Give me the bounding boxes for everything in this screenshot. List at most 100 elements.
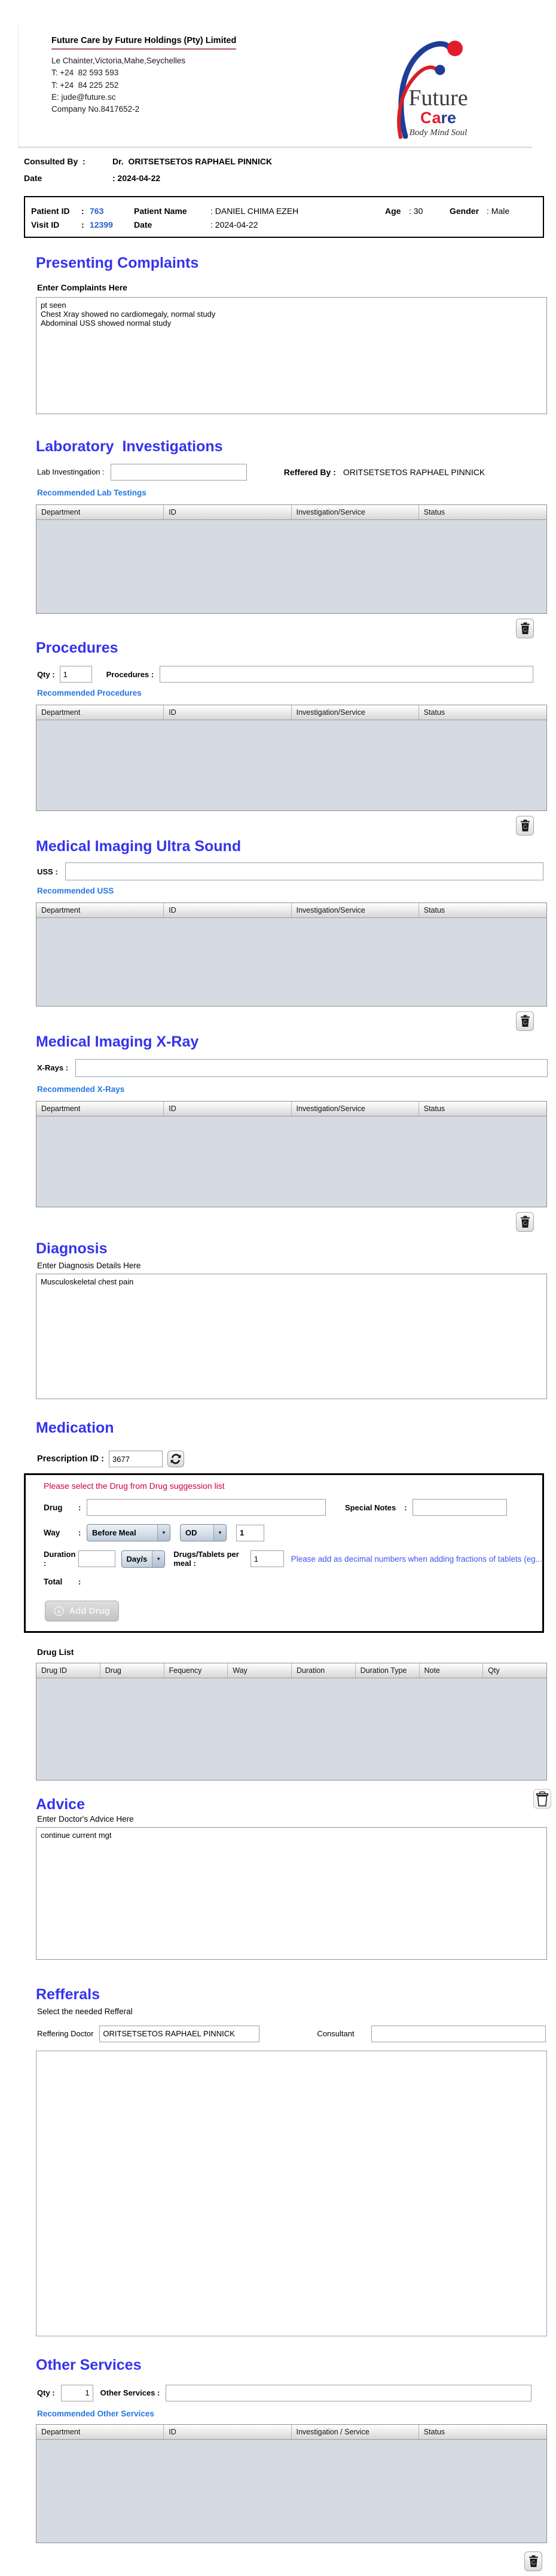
svg-text:Care: Care (420, 109, 456, 127)
uss-trash-row (0, 1011, 547, 1031)
total-row: Total : (44, 1577, 81, 1587)
xray-input[interactable] (75, 1058, 548, 1077)
complaints-textarea[interactable]: pt seen Chest Xray showed no cardiomegal… (36, 296, 547, 414)
visit-id-label: Visit ID (31, 220, 60, 230)
company-number: Company No.8417652-2 (51, 105, 140, 114)
xray-label: X-Rays : (37, 1063, 69, 1073)
other-services-qty-input[interactable] (60, 2384, 93, 2401)
duration-input[interactable] (78, 1550, 115, 1568)
procedures-input[interactable] (160, 666, 534, 683)
gender-value: : Male (487, 206, 510, 216)
chevron-down-icon: ▼ (213, 1525, 226, 1541)
meal-timing-select[interactable]: Before Meal ▼ (87, 1524, 170, 1542)
drug-list-table-body (36, 1678, 546, 1780)
section-heading-medication: Medication (36, 1419, 114, 1436)
svg-text:♥: ♥ (429, 117, 432, 124)
other-services-table-body (36, 2439, 546, 2543)
refferals-sub-label: Select the needed Refferal (37, 2006, 133, 2016)
consultant-input[interactable] (371, 2025, 546, 2042)
drug-input[interactable] (87, 1499, 326, 1516)
refferals-input-row: Reffering Doctor Consultant (37, 2025, 556, 2042)
patient-info-bar: Patient ID : 763 Patient Name : DANIEL C… (24, 196, 544, 238)
trash-outline-icon (536, 1791, 549, 1806)
uss-table-header: Department ID Investigation/Service Stat… (36, 903, 546, 918)
frequency-value: OD (185, 1528, 197, 1538)
uss-label: USS : (37, 867, 58, 876)
column-header-investigation-service: Investigation/Service (292, 504, 419, 519)
trash-icon (520, 819, 530, 832)
consulted-by-value: Dr. ORITSETSETOS RAPHAEL PINNICK (112, 157, 273, 166)
company-phone-1: T: +24 82 593 593 (51, 68, 119, 78)
recommended-other-services-link[interactable]: Recommended Other Services (37, 2409, 154, 2418)
column-header-id: ID (164, 705, 292, 720)
refresh-icon (170, 1454, 181, 1464)
company-email: E: jude@future.sc (51, 92, 116, 102)
recommended-procedures-link[interactable]: Recommended Procedures (37, 689, 142, 697)
column-header-note: Note (420, 1663, 484, 1678)
lab-investigation-label: Lab Investingation : (37, 467, 105, 476)
prescription-row: Prescription ID : (37, 1451, 556, 1468)
way-qty-input[interactable] (236, 1524, 264, 1541)
patient-id-label: Patient ID (31, 206, 70, 216)
chevron-down-icon: ▼ (157, 1525, 170, 1541)
uss-clear-button[interactable] (516, 1011, 534, 1031)
prescription-id-input[interactable] (109, 1451, 163, 1468)
consulted-by-row: Consulted By : Dr. ORITSETSETOS RAPHAEL … (24, 157, 556, 166)
consultation-page: Future Care by Future Holdings (Pty) Lim… (0, 0, 556, 2576)
column-header-status: Status (423, 1104, 445, 1113)
lab-table: Department ID Investigation/Service Stat… (36, 504, 547, 614)
advice-textarea[interactable]: continue current mgt (36, 1827, 547, 1960)
procedures-clear-button[interactable] (516, 816, 534, 836)
frequency-select[interactable]: OD ▼ (180, 1524, 227, 1542)
procedures-trash-row (0, 816, 547, 836)
add-drug-label: Add Drug (69, 1606, 110, 1617)
prescription-id-label: Prescription ID : (37, 1454, 104, 1464)
xray-clear-button[interactable] (516, 1211, 534, 1232)
per-meal-input[interactable] (250, 1550, 284, 1568)
chevron-down-icon: ▼ (152, 1550, 165, 1567)
referred-by-label: Reffered By : (283, 467, 336, 477)
refferal-listbox[interactable] (36, 2050, 547, 2336)
recommended-lab-testings-link[interactable]: Recommended Lab Testings (37, 488, 146, 497)
letterhead: Future Care by Future Holdings (Pty) Lim… (18, 25, 532, 148)
add-drug-button[interactable]: + Add Drug (45, 1601, 119, 1622)
procedures-qty-input[interactable] (59, 666, 92, 683)
diagnosis-textarea[interactable]: Musculoskeletal chest pain (36, 1273, 547, 1399)
drug-list-delete-button[interactable] (533, 1789, 551, 1809)
consult-date-value: : 2024-04-22 (112, 173, 161, 183)
column-header-investigation-service: Investigation / Service (292, 2424, 419, 2439)
other-services-input-row: Qty : Other Services : (37, 2384, 556, 2401)
lab-clear-button[interactable] (516, 618, 534, 638)
xray-table-body (36, 1116, 546, 1207)
column-header-way: Way (228, 1663, 292, 1678)
column-header-id: ID (164, 903, 292, 917)
procedures-table: Department ID Investigation/Service Stat… (36, 705, 547, 812)
section-heading-laboratory-investigations: Laboratory Investigations (36, 438, 223, 455)
patient-id-value: 763 (90, 206, 104, 216)
duration-unit-select[interactable]: Day/s ▼ (121, 1550, 166, 1568)
company-logo: Future Care ♥ Body Mind Soul (374, 36, 520, 140)
recommended-xray-link[interactable]: Recommended X-Rays (37, 1085, 124, 1094)
referring-doctor-input[interactable] (99, 2025, 260, 2042)
other-services-clear-button[interactable] (524, 2551, 542, 2571)
uss-table-body (36, 918, 546, 1006)
lab-trash-row (0, 618, 547, 638)
column-header-id: ID (164, 504, 292, 519)
column-header-department: Department (36, 903, 164, 917)
prescription-refresh-button[interactable] (167, 1451, 184, 1468)
other-services-input[interactable] (166, 2384, 532, 2401)
special-notes-input[interactable] (413, 1499, 508, 1516)
lab-investigation-input[interactable] (110, 463, 247, 481)
patient-bar-row-1: Patient ID : 763 Patient Name : DANIEL C… (31, 206, 510, 216)
plus-icon: + (54, 1606, 65, 1617)
uss-input[interactable] (65, 862, 543, 880)
way-label: Way (44, 1528, 60, 1538)
lab-table-body (36, 519, 546, 613)
column-header-duration-type: Duration Type (356, 1663, 420, 1678)
section-heading-advice: Advice (36, 1796, 85, 1813)
referring-doctor-label: Reffering Doctor (37, 2029, 94, 2039)
special-notes-label: Special Notes (345, 1503, 396, 1512)
consulted-by-label: Consulted By : (24, 157, 85, 166)
recommended-uss-link[interactable]: Recommended USS (37, 886, 114, 895)
way-row: Way : Before Meal ▼ OD ▼ (44, 1524, 542, 1542)
